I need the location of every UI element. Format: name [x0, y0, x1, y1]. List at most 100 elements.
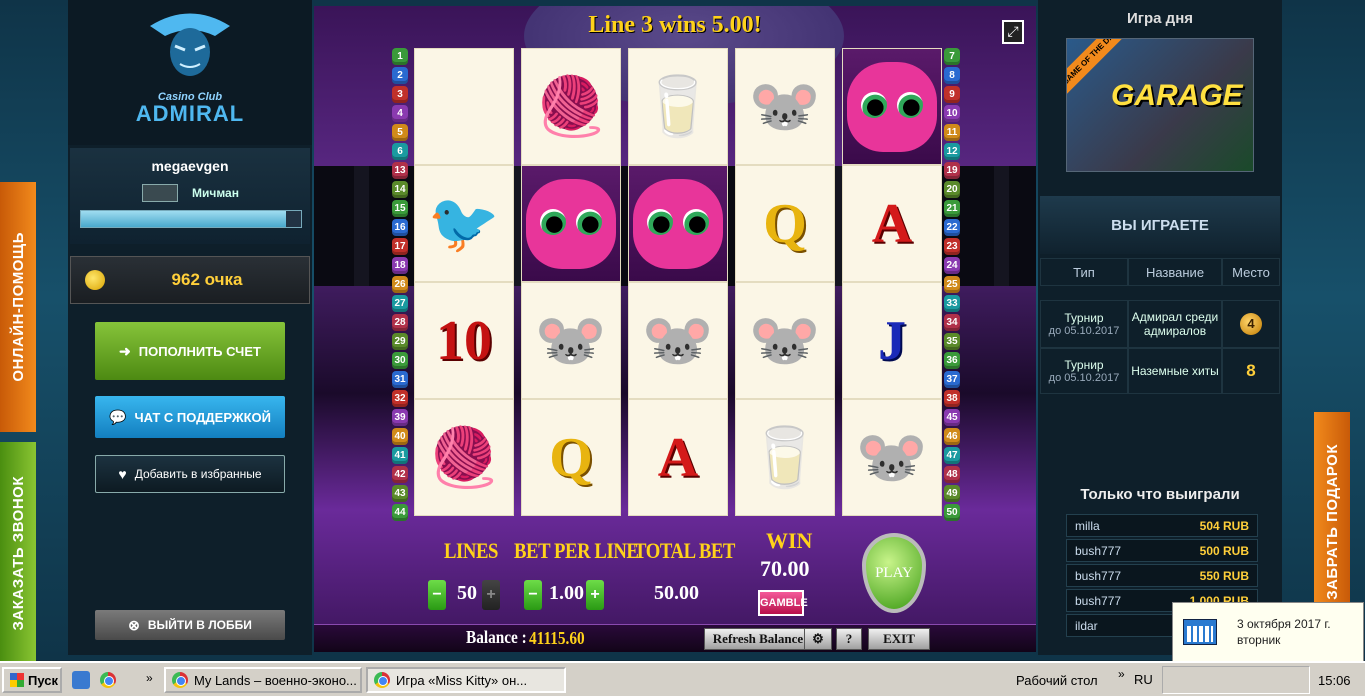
line-number: 49 [944, 485, 960, 502]
line-number: 41 [392, 447, 408, 464]
language-indicator[interactable]: RU [1134, 672, 1153, 687]
coin-icon [85, 270, 105, 290]
order-call-tab[interactable]: ЗАКАЗАТЬ ЗВОНОК [0, 442, 36, 664]
start-button[interactable]: Пуск [2, 667, 62, 693]
line-number: 5 [392, 124, 408, 141]
cat-symbol-icon [842, 48, 942, 165]
right-line-numbers: 7 8 9 10 11 12 19 20 21 22 23 24 25 33 34 35 36 37 38 45 46 4… [944, 48, 962, 523]
show-desktop-icon[interactable] [72, 671, 90, 689]
line-number: 4 [392, 105, 408, 122]
close-circle-icon: ⊗ [128, 616, 140, 633]
tournament-name: Адмирал среди адмиралов [1131, 310, 1219, 338]
right-panel: Игра дня GAME OF THE DAY GARAGE ВЫ ИГРАЕ… [1038, 0, 1282, 655]
balance-label: Balance : [466, 627, 527, 647]
chrome-icon[interactable] [100, 672, 116, 688]
system-tray [1162, 666, 1310, 694]
play-button[interactable]: PLAY [862, 533, 926, 613]
line-number: 39 [392, 409, 408, 426]
overflow-chevron-icon[interactable]: » [146, 671, 164, 689]
task-button-active[interactable]: Игра «Miss Kitty» он... [366, 667, 566, 693]
lines-minus-button[interactable]: − [428, 580, 446, 610]
gamble-button[interactable]: GAMBLE [758, 590, 808, 616]
tournament-name-cell[interactable]: Наземные хиты [1128, 348, 1222, 394]
line-number: 28 [392, 314, 408, 331]
user-box: megaevgen Мичман [70, 148, 310, 244]
winner-amount: 550 RUB [1199, 568, 1249, 583]
winner-name: bush777 [1075, 543, 1122, 558]
refresh-balance-button[interactable]: Refresh Balance [704, 628, 812, 650]
username: megaevgen [151, 158, 229, 174]
fullscreen-icon[interactable]: ⤢ [1002, 20, 1024, 44]
support-chat-button[interactable]: 💬 ЧАТ С ПОДДЕРЖКОЙ [95, 396, 285, 438]
help-button[interactable]: ? [836, 628, 862, 650]
reel: 🧶 🐭 Q [521, 48, 621, 518]
winner-name: bush777 [1075, 593, 1122, 608]
card-symbol-a: A [628, 399, 728, 516]
line-number: 11 [944, 124, 960, 141]
weekday-line: вторник [1237, 633, 1281, 647]
table-header-type: Тип [1040, 258, 1128, 286]
online-help-tab[interactable]: ОНЛАЙН-ПОМОЩЬ [0, 182, 36, 432]
line-number: 46 [944, 428, 960, 445]
windows-logo-icon [10, 673, 24, 687]
game-of-day-banner[interactable]: GAME OF THE DAY GARAGE [1066, 38, 1254, 172]
tournament-place-cell: 4 [1222, 300, 1280, 348]
reels: 🐦 10 🧶 🧶 🐭 Q 🥛 🐭 A 🐭 Q 🐭 🥛 A J 🐭 [414, 48, 942, 518]
win-banner: Line 3 wins 5.00! [588, 12, 762, 38]
task-button[interactable]: My Lands – военно-эконо... [164, 667, 362, 693]
winner-row: bush777 550 RUB [1066, 564, 1258, 587]
toolbar-chevron-icon[interactable]: » [1118, 667, 1125, 681]
points-box: 962 очка [70, 256, 310, 304]
settings-button[interactable]: ⚙ [804, 628, 832, 650]
bet-minus-button[interactable]: − [524, 580, 542, 610]
line-number: 25 [944, 276, 960, 293]
lines-plus-button[interactable]: + [482, 580, 500, 610]
total-bet-value: 50.00 [654, 582, 699, 604]
slot-game: Line 3 wins 5.00! ⤢ 1 2 3 4 5 6 13 14 15 16 17 18 26… [314, 6, 1036, 652]
yarn-symbol-icon: 🧶 [414, 399, 514, 516]
tournament-place-cell: 8 [1222, 348, 1280, 394]
table-header-place: Место [1222, 258, 1280, 286]
reel: 🐦 10 🧶 [414, 48, 514, 518]
add-favorite-button[interactable]: ♥ Добавить в избранные [95, 455, 285, 493]
clock[interactable]: 15:06 [1318, 673, 1351, 688]
game-bottom-bar: Balance : 41115.60 Refresh Balance ⚙ ? E… [314, 624, 1036, 652]
winner-amount: 500 RUB [1199, 543, 1249, 558]
line-number: 47 [944, 447, 960, 464]
mouse-symbol-icon: 🐭 [735, 282, 835, 399]
tournament-type: Турнир [1064, 311, 1104, 325]
winner-amount: 504 RUB [1199, 518, 1249, 533]
bet-plus-button[interactable]: + [586, 580, 604, 610]
cat-symbol-icon [628, 165, 728, 282]
line-number: 23 [944, 238, 960, 255]
line-number: 2 [392, 67, 408, 84]
game-of-day-title: Игра дня [1126, 10, 1194, 27]
heart-icon: ♥ [118, 466, 127, 482]
task-label: Игра «Miss Kitty» он... [396, 672, 528, 688]
mouse-symbol-icon: 🐭 [628, 282, 728, 399]
tournament-type-cell: Турнир до 05.10.2017 [1040, 300, 1128, 348]
yarn-symbol-icon: 🧶 [521, 48, 621, 165]
get-gift-tab[interactable]: ЗАБРАТЬ ПОДАРОК [1314, 412, 1350, 632]
recent-winners-title: Только что выиграли [1080, 486, 1240, 503]
exit-lobby-button[interactable]: ⊗ ВЫЙТИ В ЛОББИ [95, 610, 285, 640]
arrow-right-icon: ➜ [119, 342, 131, 359]
deposit-button[interactable]: ➜ ПОПОЛНИТЬ СЧЕТ [95, 322, 285, 380]
line-number: 42 [392, 466, 408, 483]
bet-per-line-label: BET PER LINE [514, 538, 639, 563]
line-number: 43 [392, 485, 408, 502]
reel: 🥛 🐭 A [628, 48, 728, 518]
line-number: 48 [944, 466, 960, 483]
date-text: 3 октября 2017 г. вторник [1237, 616, 1331, 648]
logo-title: ADMIRAL [135, 101, 245, 126]
line-number: 7 [944, 48, 960, 65]
tournament-type: Турнир [1064, 358, 1104, 372]
game-controls: LINES − 50 + BET PER LINE − 1.00 + TOTAL… [314, 524, 1036, 624]
casino-logo[interactable]: Casino Club ADMIRAL [68, 0, 312, 145]
exit-button[interactable]: EXIT [868, 628, 930, 650]
tournament-name-cell[interactable]: Адмирал среди адмиралов [1128, 300, 1222, 348]
winner-name: ildar [1075, 618, 1098, 633]
date-tooltip: 3 октября 2017 г. вторник [1172, 602, 1364, 662]
desktop-toolbar-label[interactable]: Рабочий стол [1016, 673, 1098, 688]
milk-symbol-icon: 🥛 [628, 48, 728, 165]
